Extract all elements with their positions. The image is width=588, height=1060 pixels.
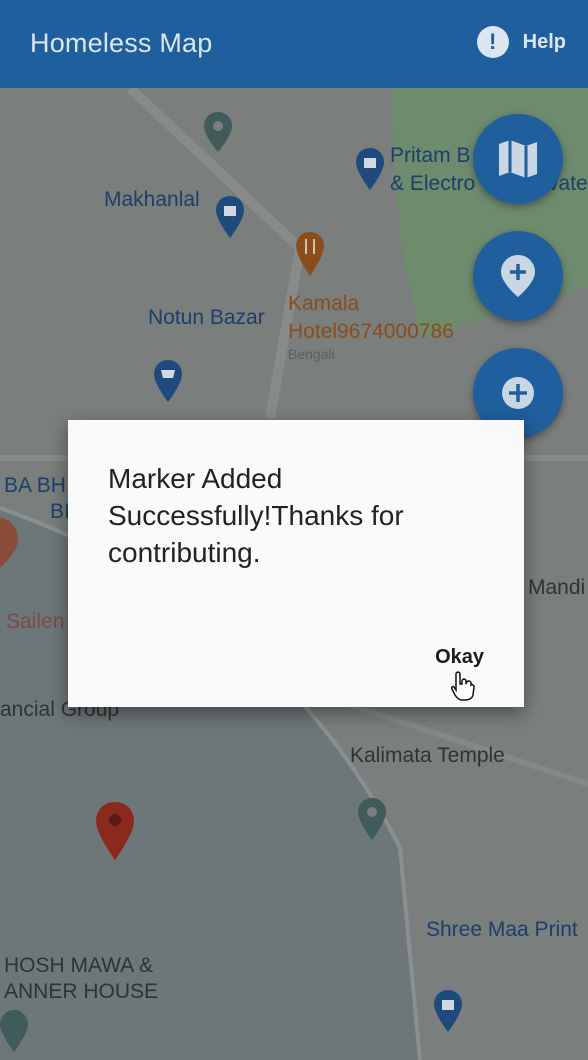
add-circle-icon [502, 377, 534, 409]
map-pin-icon[interactable] [202, 110, 234, 154]
okay-button[interactable]: Okay [435, 646, 484, 669]
map-label: Bengali [288, 346, 335, 362]
exclamation-icon: ! [476, 26, 509, 58]
map-icon [499, 140, 537, 178]
map-type-button[interactable] [473, 114, 563, 204]
shopping-bag-pin-icon[interactable] [354, 146, 386, 192]
restaurant-pin-icon[interactable] [294, 230, 326, 278]
map-label: Makhanlal [104, 188, 200, 211]
map-label: BA BH [4, 474, 66, 497]
hand-cursor-icon [451, 671, 475, 701]
map-label: Pritam B [390, 144, 471, 167]
map-pin-icon[interactable] [0, 1008, 30, 1054]
map-label: HOSH MAWA & [4, 954, 153, 977]
app-bar: Homeless Map ! Help [0, 0, 588, 88]
map-label: BI [50, 500, 70, 523]
orange-pin-icon[interactable] [0, 516, 20, 570]
map-label: & Electro [390, 172, 476, 195]
map-label: Shree Maa Print [426, 918, 578, 941]
app-title: Homeless Map [30, 28, 213, 58]
temple-pin-icon[interactable] [356, 796, 388, 842]
help-button[interactable]: ! Help [476, 26, 566, 58]
cart-pin-icon[interactable] [152, 358, 184, 404]
map-label: ANNER HOUSE [4, 980, 159, 1003]
success-dialog: Marker Added Successfully!Thanks for con… [68, 420, 524, 707]
red-marker-icon[interactable] [94, 800, 136, 862]
map-label: Notun Bazar [148, 306, 265, 329]
map-label: Kamala [288, 292, 360, 315]
map-label: Kalimata Temple [350, 744, 505, 767]
add-location-button[interactable] [473, 231, 563, 321]
map-label: Hotel9674000786 [288, 320, 454, 343]
map-label: Mandi [528, 576, 586, 599]
shopping-bag-pin-icon[interactable] [432, 988, 464, 1034]
dialog-message: Marker Added Successfully!Thanks for con… [108, 463, 404, 568]
add-location-icon [501, 255, 535, 297]
shopping-bag-pin-icon[interactable] [214, 194, 246, 240]
help-label: Help [522, 30, 566, 53]
map-label: Sailen [6, 610, 65, 633]
